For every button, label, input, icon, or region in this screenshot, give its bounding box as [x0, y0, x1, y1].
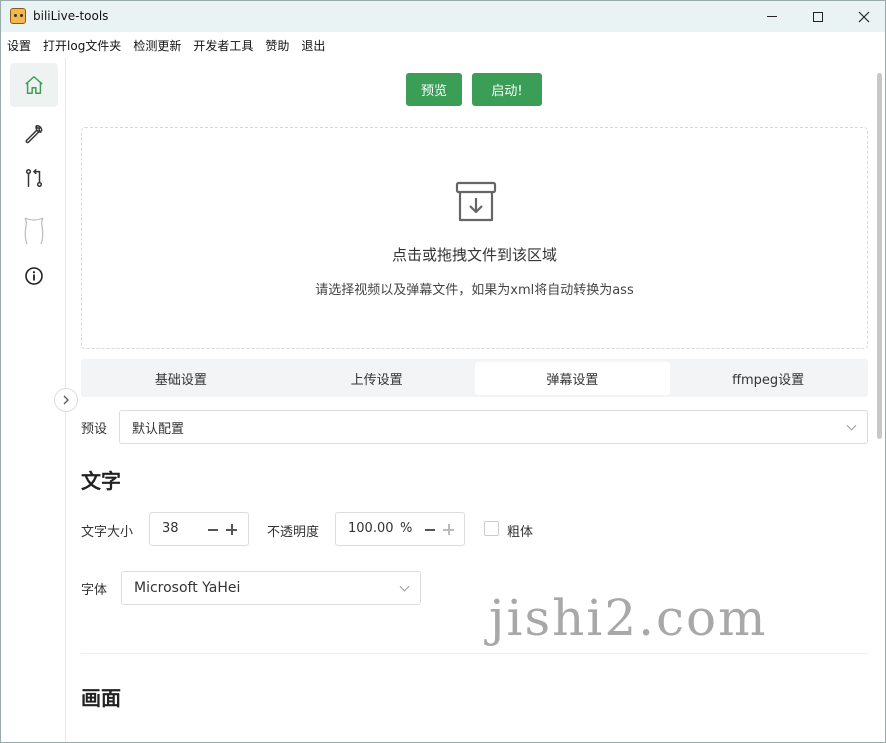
- text-section-title: 文字: [81, 469, 121, 493]
- menu-settings[interactable]: 设置: [7, 37, 31, 54]
- maximize-button[interactable]: [795, 1, 841, 32]
- font-size-label: 文字大小: [81, 525, 134, 540]
- info-icon: [25, 267, 43, 285]
- app-logo-icon: [10, 8, 26, 24]
- dropzone-title: 点击或拖拽文件到该区域: [391, 246, 557, 264]
- start-button[interactable]: 启动!: [472, 73, 542, 106]
- sidebar-item-compare[interactable]: [10, 156, 58, 200]
- increment-icon[interactable]: [443, 524, 454, 535]
- sidebar-item-home[interactable]: [10, 63, 58, 107]
- preview-button[interactable]: 预览: [406, 73, 462, 106]
- opacity-unit: %: [400, 521, 413, 536]
- decrement-icon[interactable]: [425, 529, 435, 531]
- font-family-value: Microsoft YaHei: [134, 580, 241, 596]
- menu-open-log-folder[interactable]: 打开log文件夹: [43, 37, 121, 54]
- branch-compare-icon: [25, 169, 43, 187]
- preset-select[interactable]: 默认配置: [119, 410, 868, 444]
- vertical-scrollbar[interactable]: [877, 73, 882, 439]
- home-icon: [25, 76, 43, 94]
- menu-exit[interactable]: 退出: [301, 37, 325, 54]
- sidebar-item-about[interactable]: [10, 254, 58, 298]
- app-window: biliLive-tools 设置 打开log文件夹 检测更新 开发者工具 赞助…: [0, 0, 886, 743]
- minimize-button[interactable]: [749, 1, 795, 32]
- menu-bar: 设置 打开log文件夹 检测更新 开发者工具 赞助 退出: [1, 32, 885, 58]
- tab-danmaku-settings[interactable]: 弹幕设置: [474, 361, 671, 395]
- mascot-icon: [24, 217, 44, 245]
- decrement-icon[interactable]: [208, 529, 218, 531]
- bold-checkbox[interactable]: [484, 521, 499, 536]
- font-size-stepper[interactable]: 38: [149, 512, 249, 546]
- picture-section-title: 画面: [81, 686, 121, 710]
- preset-value: 默认配置: [132, 421, 185, 437]
- sidebar-item-mascot[interactable]: [10, 208, 58, 252]
- opacity-value: 100.00: [348, 521, 394, 536]
- settings-tabs: 基础设置 上传设置 弹幕设置 ffmpeg设置: [81, 359, 868, 397]
- dropzone-subtitle: 请选择视频以及弹幕文件，如果为xml将自动转换为ass: [315, 283, 634, 298]
- menu-check-update[interactable]: 检测更新: [133, 37, 181, 54]
- title-bar: biliLive-tools: [1, 1, 885, 32]
- minimize-icon: [767, 16, 777, 17]
- tab-upload-settings[interactable]: 上传设置: [279, 362, 475, 395]
- close-button[interactable]: [841, 1, 885, 32]
- chevron-down-icon: [399, 581, 410, 592]
- file-dropzone[interactable]: 点击或拖拽文件到该区域 请选择视频以及弹幕文件，如果为xml将自动转换为ass: [81, 127, 868, 349]
- watermark-text: jishi2.com: [489, 589, 768, 647]
- opacity-label: 不透明度: [267, 525, 320, 540]
- tab-basic-settings[interactable]: 基础设置: [83, 362, 279, 395]
- chevron-right-icon: [63, 395, 69, 405]
- maximize-icon: [813, 11, 823, 22]
- menu-sponsor[interactable]: 赞助: [265, 37, 289, 54]
- preset-label: 预设: [81, 422, 108, 437]
- font-family-select[interactable]: Microsoft YaHei: [121, 571, 421, 605]
- window-title: biliLive-tools: [33, 9, 109, 23]
- chevron-down-icon: [846, 420, 857, 431]
- increment-icon[interactable]: [226, 524, 237, 535]
- font-size-value: 38: [162, 521, 179, 536]
- menu-dev-tools[interactable]: 开发者工具: [193, 37, 253, 54]
- close-icon: [858, 11, 870, 22]
- font-family-label: 字体: [81, 583, 108, 598]
- bold-label: 粗体: [507, 525, 534, 540]
- opacity-stepper[interactable]: 100.00 %: [335, 512, 465, 546]
- sidebar-collapse-toggle[interactable]: [54, 388, 78, 412]
- sidebar-item-tools[interactable]: [10, 111, 58, 155]
- archive-download-icon: [455, 181, 497, 222]
- wrench-icon: [25, 125, 43, 144]
- tab-ffmpeg-settings[interactable]: ffmpeg设置: [670, 362, 866, 395]
- section-divider: [81, 653, 868, 654]
